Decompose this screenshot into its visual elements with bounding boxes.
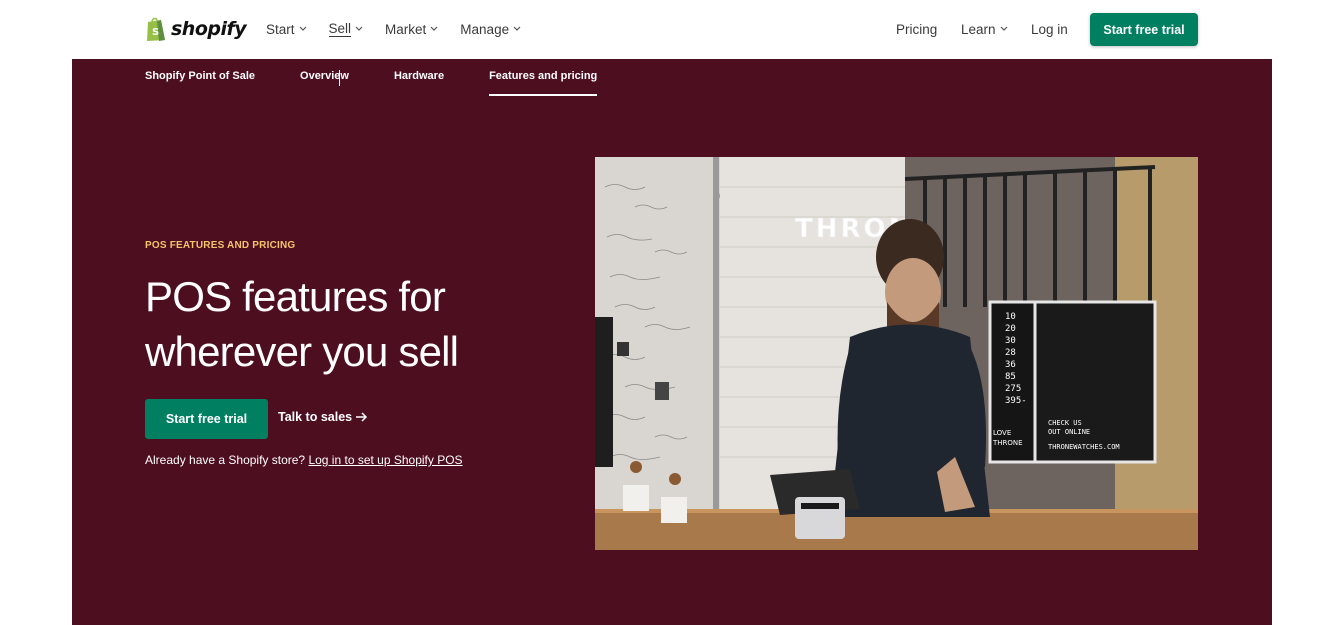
nav-start-label: Start <box>266 21 295 37</box>
top-navigation: S shopify Start Sell Market Manage Prici… <box>0 0 1341 59</box>
price-1: 10 <box>1005 312 1016 322</box>
nav-login-label: Log in <box>1031 21 1068 37</box>
hero-start-trial-button[interactable]: Start free trial <box>145 399 268 439</box>
chevron-down-icon <box>430 26 438 31</box>
nav-learn-label: Learn <box>961 21 996 37</box>
chevron-down-icon <box>299 26 306 31</box>
price-3: 30 <box>1005 336 1016 346</box>
primary-nav: Start Sell Market Manage <box>266 20 521 38</box>
price-4: 28 <box>1005 348 1016 358</box>
nav-pricing[interactable]: Pricing <box>896 20 937 38</box>
subnav-shopify-pos[interactable]: Shopify Point of Sale <box>145 70 255 96</box>
board-url: THRONEWATCHES.COM <box>1048 443 1120 451</box>
logo-wordmark: shopify <box>171 18 247 40</box>
pos-subnav: Shopify Point of Sale Overview Hardware … <box>145 70 598 98</box>
subnav-features-pricing[interactable]: Features and pricing <box>489 70 598 96</box>
header-start-trial-button[interactable]: Start free trial <box>1090 13 1198 46</box>
nav-login[interactable]: Log in <box>1031 20 1068 38</box>
board-line-2: OUT ONLINE <box>1048 428 1090 436</box>
hero-photo: THRONE 10 20 30 28 36 85 275 395- CHECK … <box>595 157 1198 550</box>
hero-eyebrow: POS FEATURES AND PRICING <box>145 240 296 251</box>
shopify-logo[interactable]: S shopify <box>145 15 247 43</box>
nav-start[interactable]: Start <box>266 20 307 38</box>
price-5: 36 <box>1005 360 1016 370</box>
login-setup-pos-link[interactable]: Log in to set up Shopify POS <box>308 453 462 467</box>
talk-to-sales-label: Talk to sales <box>278 410 353 424</box>
nav-manage[interactable]: Manage <box>460 20 521 38</box>
sticker-line-2: THRONE <box>992 439 1023 447</box>
chevron-down-icon <box>1000 26 1007 31</box>
nav-market-label: Market <box>385 21 427 37</box>
chevron-down-icon <box>355 26 363 31</box>
price-2: 20 <box>1005 324 1016 334</box>
svg-text:S: S <box>152 27 159 38</box>
existing-store-line: Already have a Shopify store? Log in to … <box>145 453 463 467</box>
price-7: 275 <box>1005 384 1021 394</box>
subnav-hardware[interactable]: Hardware <box>394 70 444 96</box>
hero-section: Shopify Point of Sale Overview Hardware … <box>72 59 1272 625</box>
subnav-divider <box>339 70 340 86</box>
arrow-right-icon <box>356 412 368 422</box>
existing-store-text: Already have a Shopify store? <box>145 453 306 467</box>
chevron-down-icon <box>513 26 521 31</box>
nav-manage-label: Manage <box>460 21 510 37</box>
pos-store-illustration: THRONE 10 20 30 28 36 85 275 395- CHECK … <box>595 157 1198 550</box>
board-line-1: CHECK US <box>1048 419 1082 427</box>
nav-sell-label: Sell <box>328 21 352 37</box>
price-8: 395- <box>1005 396 1027 406</box>
nav-learn[interactable]: Learn <box>961 20 1008 38</box>
nav-market[interactable]: Market <box>385 20 438 38</box>
sticker-line-1: LOVE <box>993 429 1011 437</box>
nav-pricing-label: Pricing <box>896 21 938 37</box>
nav-sell[interactable]: Sell <box>328 20 364 38</box>
talk-to-sales-link[interactable]: Talk to sales <box>278 410 368 424</box>
subnav-overview[interactable]: Overview <box>300 70 349 96</box>
shopify-bag-icon: S <box>147 17 165 41</box>
price-6: 85 <box>1005 372 1016 382</box>
hero-headline: POS features for wherever you sell <box>145 273 459 375</box>
